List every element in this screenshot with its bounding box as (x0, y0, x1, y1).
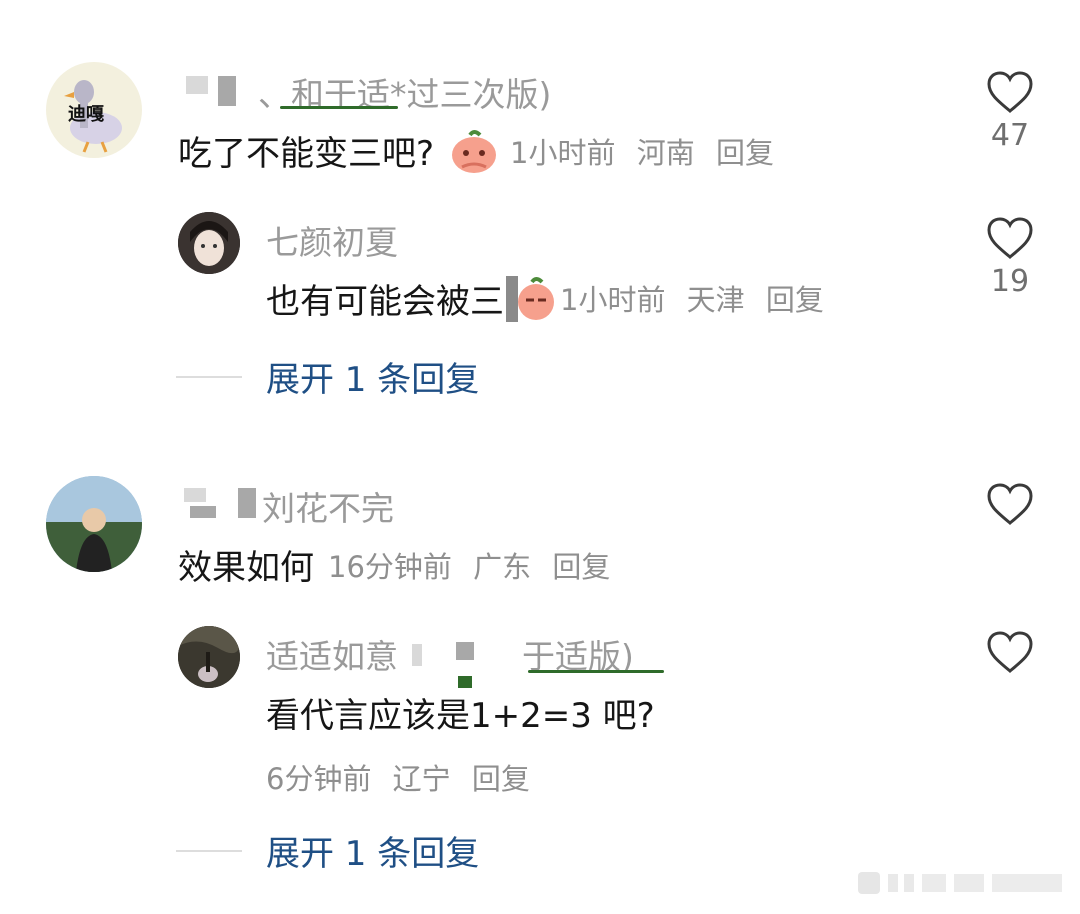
reply-text: 看代言应该是1+2=3 吧? (266, 696, 655, 736)
reply-text: 也有可能会被三 (266, 281, 504, 322)
expand-replies-label: 展开 1 条回复 (266, 834, 480, 874)
peach-sticker-icon (452, 129, 497, 173)
avatar[interactable] (46, 476, 142, 572)
comment-text-row: 效果如何 16分钟前 广东 回复 (178, 540, 610, 589)
like-button[interactable] (980, 482, 1040, 526)
heart-icon (987, 217, 1033, 259)
avatar[interactable] (178, 626, 240, 688)
reply-time: 6分钟前 (266, 762, 372, 796)
username-mosaic (412, 644, 422, 666)
reply-time: 1小时前 (560, 283, 666, 317)
like-count: 19 (990, 264, 1030, 299)
comment-username[interactable]: 刘花不完 (262, 482, 394, 530)
divider-line (176, 375, 242, 378)
person-avatar-icon (46, 476, 142, 572)
username-mosaic (238, 488, 256, 518)
reply-button[interactable]: 回复 (472, 762, 530, 796)
comment-location: 广东 (473, 549, 532, 584)
heart-icon (987, 71, 1033, 113)
avatar[interactable]: 迪嘎 (46, 62, 142, 158)
like-button[interactable]: 19 (980, 216, 1040, 299)
expand-replies-button[interactable]: 展开 1 条回复 (176, 826, 479, 875)
reply-location: 天津 (686, 283, 745, 317)
comment-location: 河南 (636, 135, 695, 170)
reply-text-row: 也有可能会被三 1小时前 天津 回复 (266, 272, 824, 324)
username-mosaic (218, 76, 236, 106)
heart-icon (987, 483, 1033, 525)
like-button[interactable]: 47 (980, 70, 1040, 153)
reply-username[interactable]: 七颜初夏 (266, 216, 398, 264)
person-avatar-icon (178, 212, 240, 274)
reply-button[interactable]: 回复 (716, 136, 774, 170)
avatar-label: 迪嘎 (68, 104, 104, 125)
username-mosaic (456, 642, 474, 660)
reply-button[interactable]: 回复 (766, 283, 824, 317)
username-mosaic (458, 676, 472, 688)
comment-text-row: 吃了不能变三吧? 1小时前 河南 回复 (178, 126, 774, 175)
wall-peach-sticker-icon (506, 276, 554, 322)
expand-replies-button[interactable]: 展开 1 条回复 (176, 352, 479, 401)
comment-text: 效果如何 (178, 548, 314, 588)
comment-text: 吃了不能变三吧? (178, 134, 435, 174)
reply-username[interactable]: 适适如意 (266, 630, 398, 678)
expand-replies-label: 展开 1 条回复 (266, 360, 480, 400)
comment-time: 16分钟前 (328, 549, 452, 584)
like-button[interactable] (980, 630, 1040, 674)
username-underline (528, 670, 664, 673)
username-mosaic (186, 76, 208, 94)
comment-time: 1小时前 (510, 135, 616, 170)
reply-location: 辽宁 (392, 762, 451, 796)
username-mosaic (184, 488, 206, 502)
heart-icon (987, 631, 1033, 673)
reply-button[interactable]: 回复 (552, 550, 610, 584)
username-mosaic (190, 506, 216, 518)
watermark-icon (858, 872, 1062, 894)
like-count: 47 (990, 118, 1030, 153)
avatar[interactable] (178, 212, 240, 274)
scenery-avatar-icon (178, 626, 240, 688)
reply-meta: 6分钟前 辽宁 回复 (266, 756, 530, 798)
divider-line (176, 849, 242, 852)
username-underline (280, 106, 398, 109)
